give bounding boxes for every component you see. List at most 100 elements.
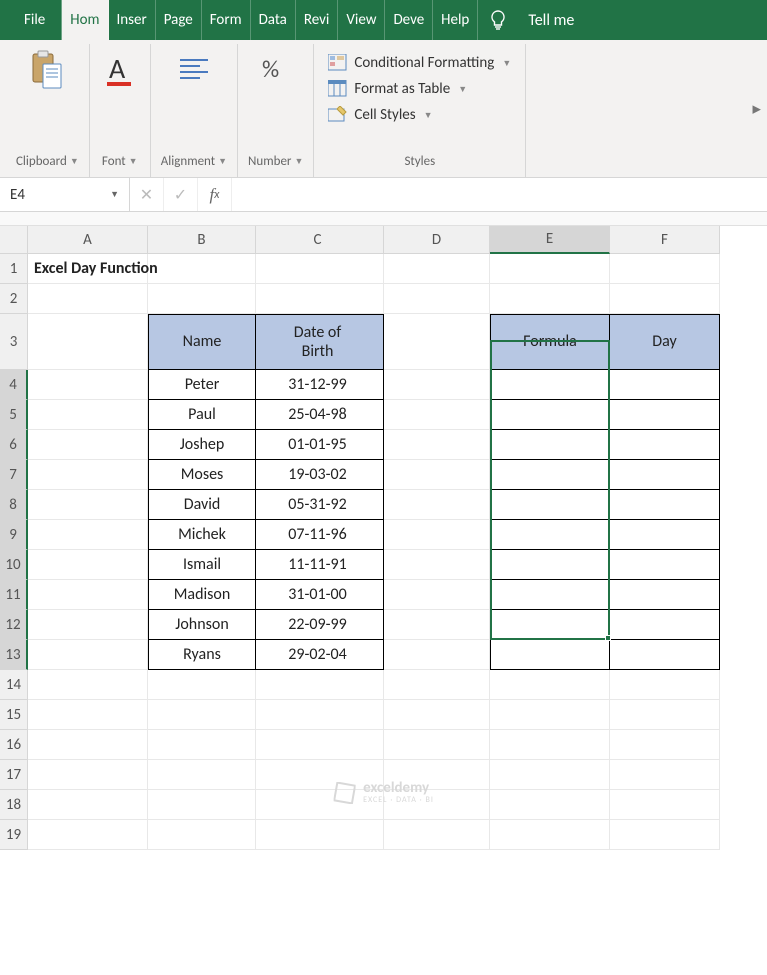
cell-B5[interactable]: Paul bbox=[148, 400, 256, 430]
cell-C1[interactable] bbox=[256, 254, 384, 284]
format-as-table-button[interactable]: Format as Table▼ bbox=[328, 76, 511, 102]
cancel-formula-button[interactable]: ✕ bbox=[130, 178, 164, 211]
cell-F13[interactable] bbox=[610, 640, 720, 670]
cell-E19[interactable] bbox=[490, 820, 610, 850]
cell-C2[interactable] bbox=[256, 284, 384, 314]
cell-F17[interactable] bbox=[610, 760, 720, 790]
cell-A7[interactable] bbox=[28, 460, 148, 490]
row-header-14[interactable]: 14 bbox=[0, 670, 28, 700]
cell-A6[interactable] bbox=[28, 430, 148, 460]
cell-C4[interactable]: 31-12-99 bbox=[256, 370, 384, 400]
tab-view[interactable]: View bbox=[338, 0, 385, 40]
cell-B7[interactable]: Moses bbox=[148, 460, 256, 490]
cell-E14[interactable] bbox=[490, 670, 610, 700]
cell-F16[interactable] bbox=[610, 730, 720, 760]
cell-E6[interactable] bbox=[490, 430, 610, 460]
cell-E18[interactable] bbox=[490, 790, 610, 820]
cell-D12[interactable] bbox=[384, 610, 490, 640]
cell-A12[interactable] bbox=[28, 610, 148, 640]
row-header-11[interactable]: 11 bbox=[0, 580, 28, 610]
row-header-9[interactable]: 9 bbox=[0, 520, 28, 550]
insert-function-button[interactable]: fx bbox=[198, 178, 232, 211]
cell-D19[interactable] bbox=[384, 820, 490, 850]
tab-developer[interactable]: Deve bbox=[385, 0, 433, 40]
cell-D9[interactable] bbox=[384, 520, 490, 550]
alignment-icon[interactable] bbox=[174, 52, 214, 88]
cell-F8[interactable] bbox=[610, 490, 720, 520]
cell-E17[interactable] bbox=[490, 760, 610, 790]
cell-D11[interactable] bbox=[384, 580, 490, 610]
name-box[interactable]: E4 ▼ bbox=[0, 178, 130, 211]
cell-E3[interactable]: Formula bbox=[490, 314, 610, 370]
cell-D4[interactable] bbox=[384, 370, 490, 400]
cell-E9[interactable] bbox=[490, 520, 610, 550]
cell-D2[interactable] bbox=[384, 284, 490, 314]
cell-E15[interactable] bbox=[490, 700, 610, 730]
cell-F9[interactable] bbox=[610, 520, 720, 550]
tab-formulas[interactable]: Form bbox=[202, 0, 251, 40]
select-all-corner[interactable] bbox=[0, 226, 28, 254]
cell-F4[interactable] bbox=[610, 370, 720, 400]
row-header-4[interactable]: 4 bbox=[0, 370, 28, 400]
tab-home[interactable]: Hom bbox=[62, 0, 108, 40]
cell-A18[interactable] bbox=[28, 790, 148, 820]
cell-B11[interactable]: Madison bbox=[148, 580, 256, 610]
cell-C6[interactable]: 01-01-95 bbox=[256, 430, 384, 460]
row-header-10[interactable]: 10 bbox=[0, 550, 28, 580]
cell-B8[interactable]: David bbox=[148, 490, 256, 520]
cell-B1[interactable] bbox=[148, 254, 256, 284]
cell-B3[interactable]: Name bbox=[148, 314, 256, 370]
row-header-5[interactable]: 5 bbox=[0, 400, 28, 430]
paste-icon[interactable] bbox=[27, 52, 67, 88]
cell-E13[interactable] bbox=[490, 640, 610, 670]
tab-help[interactable]: Help bbox=[433, 0, 478, 40]
cell-D13[interactable] bbox=[384, 640, 490, 670]
cell-B12[interactable]: Johnson bbox=[148, 610, 256, 640]
cell-F18[interactable] bbox=[610, 790, 720, 820]
cell-C9[interactable]: 07-11-96 bbox=[256, 520, 384, 550]
cell-F2[interactable] bbox=[610, 284, 720, 314]
cell-C12[interactable]: 22-09-99 bbox=[256, 610, 384, 640]
cell-A3[interactable] bbox=[28, 314, 148, 370]
tab-page-layout[interactable]: Page bbox=[156, 0, 202, 40]
cell-B17[interactable] bbox=[148, 760, 256, 790]
row-header-12[interactable]: 12 bbox=[0, 610, 28, 640]
cell-F19[interactable] bbox=[610, 820, 720, 850]
row-header-3[interactable]: 3 bbox=[0, 314, 28, 370]
cell-F1[interactable] bbox=[610, 254, 720, 284]
cell-A1[interactable]: Excel Day Function bbox=[28, 254, 148, 284]
cell-B19[interactable] bbox=[148, 820, 256, 850]
cell-E1[interactable] bbox=[490, 254, 610, 284]
col-header-E[interactable]: E bbox=[490, 226, 610, 254]
row-header-19[interactable]: 19 bbox=[0, 820, 28, 850]
cell-D14[interactable] bbox=[384, 670, 490, 700]
cell-B9[interactable]: Michek bbox=[148, 520, 256, 550]
col-header-F[interactable]: F bbox=[610, 226, 720, 254]
cell-A9[interactable] bbox=[28, 520, 148, 550]
group-label-font[interactable]: Font▼ bbox=[102, 150, 138, 175]
cell-D6[interactable] bbox=[384, 430, 490, 460]
col-header-A[interactable]: A bbox=[28, 226, 148, 254]
lightbulb-icon[interactable] bbox=[478, 0, 518, 40]
cell-C7[interactable]: 19-03-02 bbox=[256, 460, 384, 490]
cell-E2[interactable] bbox=[490, 284, 610, 314]
cell-F7[interactable] bbox=[610, 460, 720, 490]
cell-B6[interactable]: Joshep bbox=[148, 430, 256, 460]
cell-F12[interactable] bbox=[610, 610, 720, 640]
col-header-C[interactable]: C bbox=[256, 226, 384, 254]
cell-B16[interactable] bbox=[148, 730, 256, 760]
row-header-16[interactable]: 16 bbox=[0, 730, 28, 760]
cell-B15[interactable] bbox=[148, 700, 256, 730]
cell-B13[interactable]: Ryans bbox=[148, 640, 256, 670]
cell-E16[interactable] bbox=[490, 730, 610, 760]
row-header-13[interactable]: 13 bbox=[0, 640, 28, 670]
cell-F15[interactable] bbox=[610, 700, 720, 730]
cell-C14[interactable] bbox=[256, 670, 384, 700]
cell-E10[interactable] bbox=[490, 550, 610, 580]
cell-A13[interactable] bbox=[28, 640, 148, 670]
row-header-18[interactable]: 18 bbox=[0, 790, 28, 820]
formula-input[interactable] bbox=[232, 178, 767, 211]
cell-D7[interactable] bbox=[384, 460, 490, 490]
row-header-7[interactable]: 7 bbox=[0, 460, 28, 490]
cell-F11[interactable] bbox=[610, 580, 720, 610]
